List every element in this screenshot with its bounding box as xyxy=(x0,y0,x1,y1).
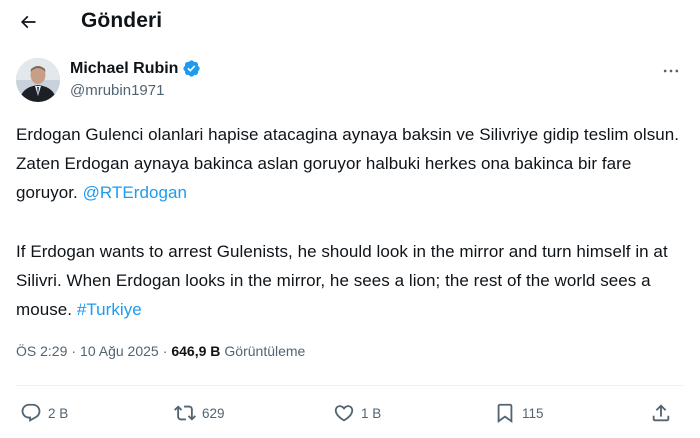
more-options-button[interactable] xyxy=(656,56,686,86)
like-button[interactable]: 1 B xyxy=(333,398,381,428)
reply-button[interactable]: 2 B xyxy=(20,398,68,428)
author-name-row[interactable]: Michael Rubin xyxy=(70,59,201,78)
hashtag-link[interactable]: #Turkiye xyxy=(77,300,142,319)
tweet-paragraph-1: Erdogan Gulenci olanlari hapise atacagin… xyxy=(16,120,688,207)
avatar-image xyxy=(16,58,60,102)
tweet-date[interactable]: 10 Ağu 2025 xyxy=(80,343,159,359)
retweet-icon xyxy=(174,405,196,421)
bookmark-icon xyxy=(497,403,513,424)
retweet-count: 629 xyxy=(202,405,225,421)
meta-separator: · xyxy=(162,343,168,359)
page-title: Gönderi xyxy=(81,9,163,32)
verified-badge-icon xyxy=(183,60,201,77)
avatar[interactable] xyxy=(16,58,60,102)
meta-separator: · xyxy=(71,343,77,359)
header: Gönderi xyxy=(0,0,700,46)
share-button[interactable] xyxy=(650,398,672,428)
divider xyxy=(16,385,684,386)
like-count: 1 B xyxy=(361,405,382,421)
author-name[interactable]: Michael Rubin xyxy=(70,60,178,78)
action-bar: 2 B 629 1 B 115 xyxy=(0,398,700,428)
views-count[interactable]: 646,9 B xyxy=(171,343,220,359)
retweet-button[interactable]: 629 xyxy=(174,398,225,428)
reply-icon xyxy=(21,403,41,422)
tweet-time[interactable]: ÖS 2:29 xyxy=(16,343,67,359)
tweet-meta: ÖS 2:29 · 10 Ağu 2025 · 646,9 B Görüntül… xyxy=(16,343,305,359)
more-icon xyxy=(663,69,679,73)
bookmark-count: 115 xyxy=(522,405,544,421)
tweet-paragraph-2: If Erdogan wants to arrest Gulenists, he… xyxy=(16,237,688,324)
bookmark-button[interactable]: 115 xyxy=(494,398,544,428)
like-icon xyxy=(334,405,354,422)
reply-count: 2 B xyxy=(48,405,69,421)
views-label: Görüntüleme xyxy=(224,343,306,359)
mention-link[interactable]: @RTErdogan xyxy=(83,183,187,202)
author-handle[interactable]: @mrubin1971 xyxy=(70,82,164,99)
tweet-text: Erdogan Gulenci olanlari hapise atacagin… xyxy=(16,120,688,324)
back-arrow-icon xyxy=(20,15,36,29)
back-button[interactable] xyxy=(12,6,44,38)
share-icon xyxy=(652,404,670,422)
